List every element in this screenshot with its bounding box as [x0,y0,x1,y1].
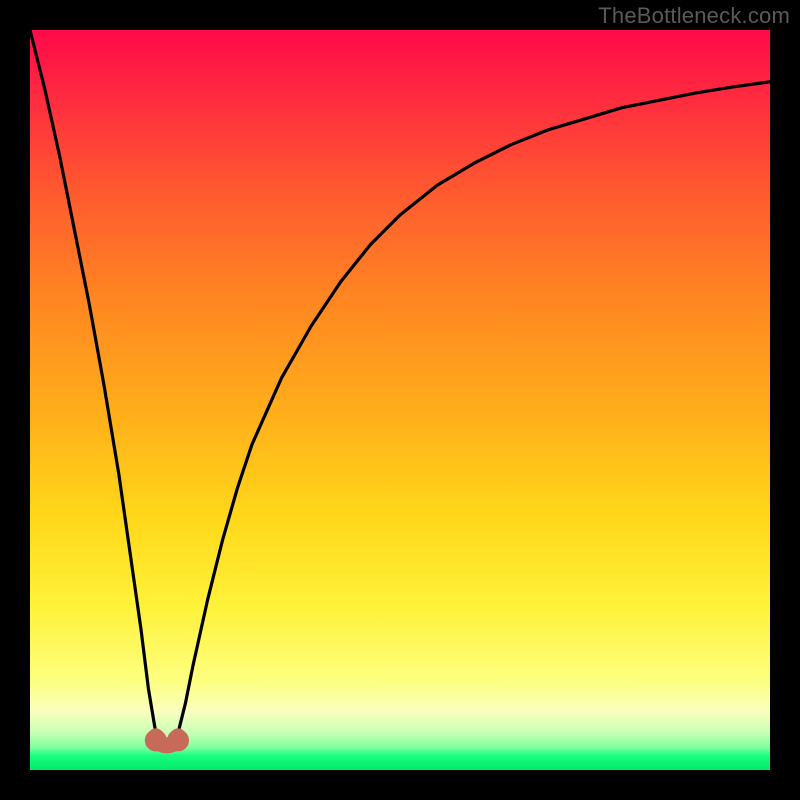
marker-dot-right [167,729,189,751]
chart-frame: TheBottleneck.com [0,0,800,800]
bottleneck-curve [30,30,770,748]
watermark-text: TheBottleneck.com [598,3,790,29]
curve-layer [30,30,770,770]
marker-dot-left [145,729,167,751]
plot-area [30,30,770,770]
